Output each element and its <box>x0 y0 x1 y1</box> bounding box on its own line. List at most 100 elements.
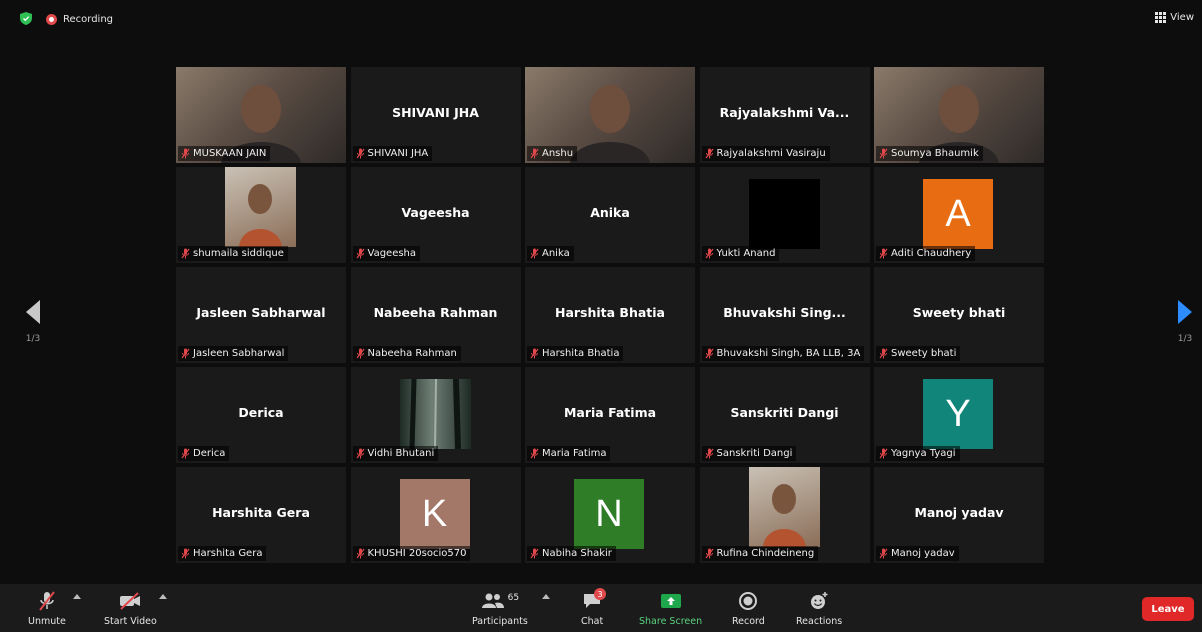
participant-name: Rufina Chindeineng <box>716 548 815 559</box>
reactions-smiley-icon <box>809 590 829 612</box>
video-options-caret-icon[interactable] <box>159 594 167 599</box>
mic-muted-icon <box>181 448 190 459</box>
participant-name-label: Bhuvakshi Singh, BA LLB, 3A <box>701 346 865 361</box>
share-screen-button[interactable]: Share Screen <box>639 590 702 627</box>
participant-tile[interactable]: Soumya Bhaumik <box>874 67 1044 163</box>
participant-tile[interactable]: SHIVANI JHA SHIVANI JHA <box>350 67 521 163</box>
participant-tile[interactable]: Manoj yadav Manoj yadav <box>874 467 1044 563</box>
participant-name: MUSKAAN JAIN <box>193 148 267 159</box>
mic-muted-icon <box>705 148 713 159</box>
participant-name-label: Soumya Bhaumik <box>876 146 983 161</box>
participant-name-label: Derica <box>178 446 230 461</box>
participant-name-label: SHIVANI JHA <box>352 146 433 161</box>
participant-name: Sanskriti Dangi <box>716 448 793 459</box>
recording-indicator[interactable]: Recording <box>46 12 113 26</box>
participant-name-label: Jasleen Sabharwal <box>178 346 289 361</box>
participant-tile[interactable]: K KHUSHI 20socio570 <box>350 467 521 563</box>
participant-tile[interactable]: Bhuvakshi Sing... Bhuvakshi Singh, BA LLB… <box>699 267 870 363</box>
participant-tile[interactable]: Vidhi Bhutani <box>350 367 521 463</box>
participant-name-label: Vageesha <box>352 246 421 261</box>
participant-tile[interactable]: Sanskriti Dangi Sanskriti Dangi <box>699 367 870 463</box>
participant-tile[interactable]: Jasleen Sabharwal Jasleen Sabharwal <box>176 267 346 363</box>
participant-name-label: Sanskriti Dangi <box>701 446 797 461</box>
participant-video <box>225 167 296 247</box>
meeting-toolbar: Unmute Start Video 65 Participants 3 Cha… <box>0 584 1202 632</box>
grid-view-icon <box>1155 12 1167 23</box>
chat-badge: 3 <box>594 588 607 600</box>
mic-muted-icon <box>879 248 888 259</box>
participant-display-name: Derica <box>238 405 284 420</box>
view-button[interactable]: View <box>1155 12 1194 23</box>
participant-tile[interactable]: Anika Anika <box>525 167 695 263</box>
mic-muted-icon <box>37 590 57 612</box>
participants-button[interactable]: 65 Participants <box>472 590 528 627</box>
record-dot-icon <box>46 13 57 25</box>
participant-tile[interactable]: Sweety bhati Sweety bhati <box>874 267 1044 363</box>
participant-name: Sweety bhati <box>891 348 957 359</box>
mic-muted-icon <box>530 348 539 359</box>
participant-name-label: Harshita Gera <box>178 546 267 561</box>
avatar-letter: Y <box>923 379 993 449</box>
participant-name-label: Rajyalakshmi Vasiraju <box>701 146 830 161</box>
participants-icon: 65 <box>481 590 519 612</box>
participant-tile[interactable]: Anshu <box>525 67 695 163</box>
record-button[interactable]: Record <box>732 590 765 627</box>
participant-display-name: Rajyalakshmi Va... <box>719 105 850 120</box>
audio-options-caret-icon[interactable] <box>73 594 81 599</box>
mic-muted-icon <box>530 148 539 159</box>
participant-name: SHIVANI JHA <box>367 148 429 159</box>
participant-tile[interactable]: Derica Derica <box>176 367 346 463</box>
mic-muted-icon <box>879 448 888 459</box>
avatar-letter: K <box>399 479 470 549</box>
participant-name: Manoj yadav <box>891 548 955 559</box>
participant-display-name: Nabeeha Rahman <box>373 305 498 320</box>
participant-tile[interactable]: Nabeeha Rahman Nabeeha Rahman <box>350 267 521 363</box>
participant-name: Vageesha <box>367 248 417 259</box>
participant-name-label: MUSKAAN JAIN <box>178 146 271 161</box>
chat-button[interactable]: 3 Chat <box>581 588 607 627</box>
previous-page-button[interactable]: 1/3 <box>18 300 48 360</box>
shield-icon[interactable] <box>20 12 32 25</box>
mic-muted-icon <box>705 448 713 459</box>
participant-display-name: Anika <box>590 205 630 220</box>
arrow-left-icon <box>26 300 40 324</box>
next-page-button[interactable]: 1/3 <box>1170 300 1200 360</box>
leave-button[interactable]: Leave <box>1142 597 1194 621</box>
participant-name: Yukti Anand <box>716 248 776 259</box>
participant-name-label: Yukti Anand <box>701 246 780 261</box>
participant-name-label: shumaila siddique <box>178 246 288 261</box>
gallery-grid: MUSKAAN JAIN SHIVANI JHA SHIVANI JHA Anshu R… <box>176 67 1044 563</box>
start-video-button[interactable]: Start Video <box>104 590 157 627</box>
participant-name-label: Sweety bhati <box>876 346 961 361</box>
participant-tile[interactable]: Harshita Bhatia Harshita Bhatia <box>525 267 695 363</box>
participant-tile[interactable]: Maria Fatima Maria Fatima <box>525 367 695 463</box>
participant-tile[interactable]: Rufina Chindeineng <box>699 467 870 563</box>
participant-tile[interactable]: Yukti Anand <box>699 167 870 263</box>
participant-tile[interactable]: MUSKAAN JAIN <box>176 67 346 163</box>
mic-muted-icon <box>879 148 888 159</box>
participant-tile[interactable]: Harshita Gera Harshita Gera <box>176 467 346 563</box>
participant-name: Harshita Bhatia <box>542 348 620 359</box>
participant-tile[interactable]: Rajyalakshmi Va... Rajyalakshmi Vasiraju <box>699 67 870 163</box>
start-video-label: Start Video <box>104 616 157 627</box>
participant-tile[interactable]: shumaila siddique <box>176 167 346 263</box>
participants-options-caret-icon[interactable] <box>542 594 550 599</box>
participant-name-label: Harshita Bhatia <box>527 346 624 361</box>
participant-name: Rajyalakshmi Vasiraju <box>716 148 826 159</box>
participant-tile[interactable]: Vageesha Vageesha <box>350 167 521 263</box>
participant-name: Bhuvakshi Singh, BA LLB, 3A <box>716 348 861 359</box>
mic-muted-icon <box>705 348 713 359</box>
participant-name-label: Vidhi Bhutani <box>352 446 439 461</box>
participant-tile[interactable]: N Nabiha Shakir <box>525 467 695 563</box>
reactions-button[interactable]: Reactions <box>796 590 842 627</box>
participant-name-label: Anika <box>527 246 574 261</box>
mic-muted-icon <box>181 548 190 559</box>
unmute-button[interactable]: Unmute <box>28 590 66 627</box>
participant-display-name: Sanskriti Dangi <box>730 405 839 420</box>
avatar-letter: A <box>923 179 993 249</box>
participant-tile[interactable]: Y Yagnya Tyagi <box>874 367 1044 463</box>
participant-tile[interactable]: A Aditi Chaudhery <box>874 167 1044 263</box>
participant-name-label: KHUSHI 20socio570 <box>352 546 471 561</box>
participant-name-label: Manoj yadav <box>876 546 959 561</box>
arrow-right-icon <box>1178 300 1192 324</box>
